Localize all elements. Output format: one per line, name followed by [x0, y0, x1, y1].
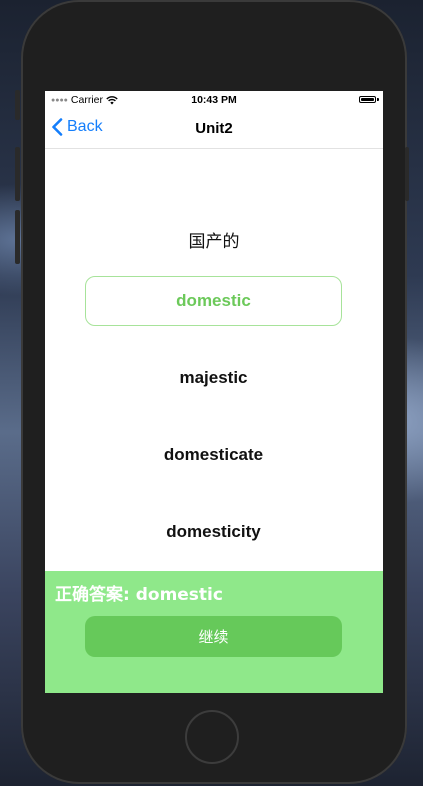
navigation-bar: Back Unit2 [45, 109, 383, 149]
power-button [405, 147, 409, 201]
result-panel: 正确答案: domestic 继续 [45, 571, 383, 693]
correct-answer-text: 正确答案: domestic [55, 585, 223, 605]
status-bar: ●●●● Carrier 10:43 PM [45, 91, 383, 109]
option-majestic[interactable]: majestic [85, 353, 342, 403]
question-text: 国产的 [188, 232, 240, 252]
battery-icon [359, 96, 376, 103]
home-button[interactable] [185, 710, 239, 764]
option-domestic[interactable]: domestic [85, 276, 342, 326]
volume-down-button [15, 210, 20, 264]
volume-up-button [15, 147, 20, 201]
battery-tip [377, 98, 379, 101]
status-time: 10:43 PM [191, 94, 237, 106]
option-domesticate[interactable]: domesticate [85, 430, 342, 480]
app-screen: ●●●● Carrier 10:43 PM Back Unit2 国产的 dom… [45, 91, 383, 693]
continue-button[interactable]: 继续 [85, 616, 342, 657]
option-domesticity[interactable]: domesticity [85, 507, 342, 557]
page-title: Unit2 [195, 120, 233, 137]
mute-switch [15, 90, 20, 120]
battery-fill [361, 98, 374, 101]
